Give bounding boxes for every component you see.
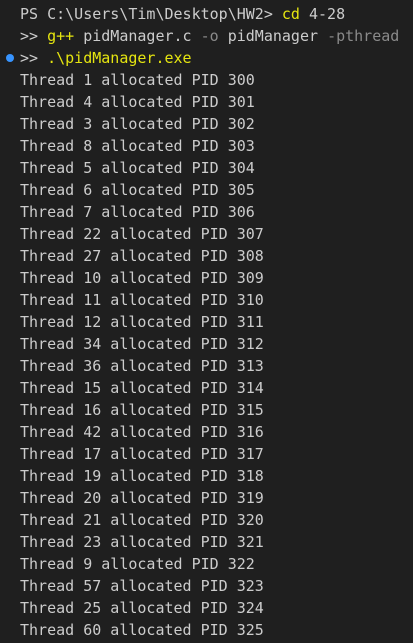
output-line: Thread 27 allocated PID 308	[20, 247, 264, 265]
output-line: Thread 57 allocated PID 323	[20, 577, 264, 595]
program-output: Thread 1 allocated PID 300 Thread 4 alloc…	[0, 69, 413, 641]
command-cd-arg: 4-28	[299, 5, 346, 23]
output-line: Thread 1 allocated PID 300	[20, 71, 255, 89]
output-line: Thread 11 allocated PID 310	[20, 291, 264, 309]
output-line: Thread 36 allocated PID 313	[20, 357, 264, 375]
output-line: Thread 22 allocated PID 307	[20, 225, 264, 243]
output-line: Thread 20 allocated PID 319	[20, 489, 264, 507]
output-line: Thread 10 allocated PID 309	[20, 269, 264, 287]
prompt-line-cd: PS C:\Users\Tim\Desktop\HW2> cd 4-28	[0, 3, 413, 25]
output-line: Thread 9 allocated PID 322	[20, 555, 255, 573]
prompt-path: PS C:\Users\Tim\Desktop\HW2>	[20, 5, 282, 23]
output-line: Thread 4 allocated PID 301	[20, 93, 255, 111]
output-line: Thread 34 allocated PID 312	[20, 335, 264, 353]
output-line: Thread 25 allocated PID 324	[20, 599, 264, 617]
output-line: Thread 21 allocated PID 320	[20, 511, 264, 529]
output-line: Thread 12 allocated PID 311	[20, 313, 264, 331]
output-line: Thread 17 allocated PID 317	[20, 445, 264, 463]
output-line: Thread 6 allocated PID 305	[20, 181, 255, 199]
output-line: Thread 16 allocated PID 315	[20, 401, 264, 419]
command-run: .\pidManager.exe	[47, 49, 192, 67]
prompt-line-compile: >> g++ pidManager.c -o pidManager -pthre…	[0, 25, 413, 47]
command-gpp-source: pidManager.c	[74, 27, 201, 45]
terminal-panel[interactable]: PS C:\Users\Tim\Desktop\HW2> cd 4-28 >> …	[0, 3, 413, 641]
output-line: Thread 5 allocated PID 304	[20, 159, 255, 177]
command-gpp-flag-o: -o	[200, 27, 219, 45]
prompt-line-run: >> .\pidManager.exe	[0, 47, 413, 69]
circle-dot-icon[interactable]	[6, 54, 14, 62]
output-line: Thread 3 allocated PID 302	[20, 115, 255, 133]
command-gpp-flag-pthread: -pthread	[327, 27, 400, 45]
output-line: Thread 8 allocated PID 303	[20, 137, 255, 155]
output-line: Thread 7 allocated PID 306	[20, 203, 255, 221]
continuation-prompt: >>	[20, 27, 48, 45]
output-line: Thread 42 allocated PID 316	[20, 423, 264, 441]
output-line: Thread 23 allocated PID 321	[20, 533, 264, 551]
output-line: Thread 15 allocated PID 314	[20, 379, 264, 397]
command-gpp-output: pidManager	[218, 27, 328, 45]
continuation-prompt: >>	[20, 49, 48, 67]
output-line: Thread 60 allocated PID 325	[20, 621, 264, 639]
command-cd: cd	[281, 5, 300, 23]
output-line: Thread 19 allocated PID 318	[20, 467, 264, 485]
command-gpp: g++	[47, 27, 75, 45]
